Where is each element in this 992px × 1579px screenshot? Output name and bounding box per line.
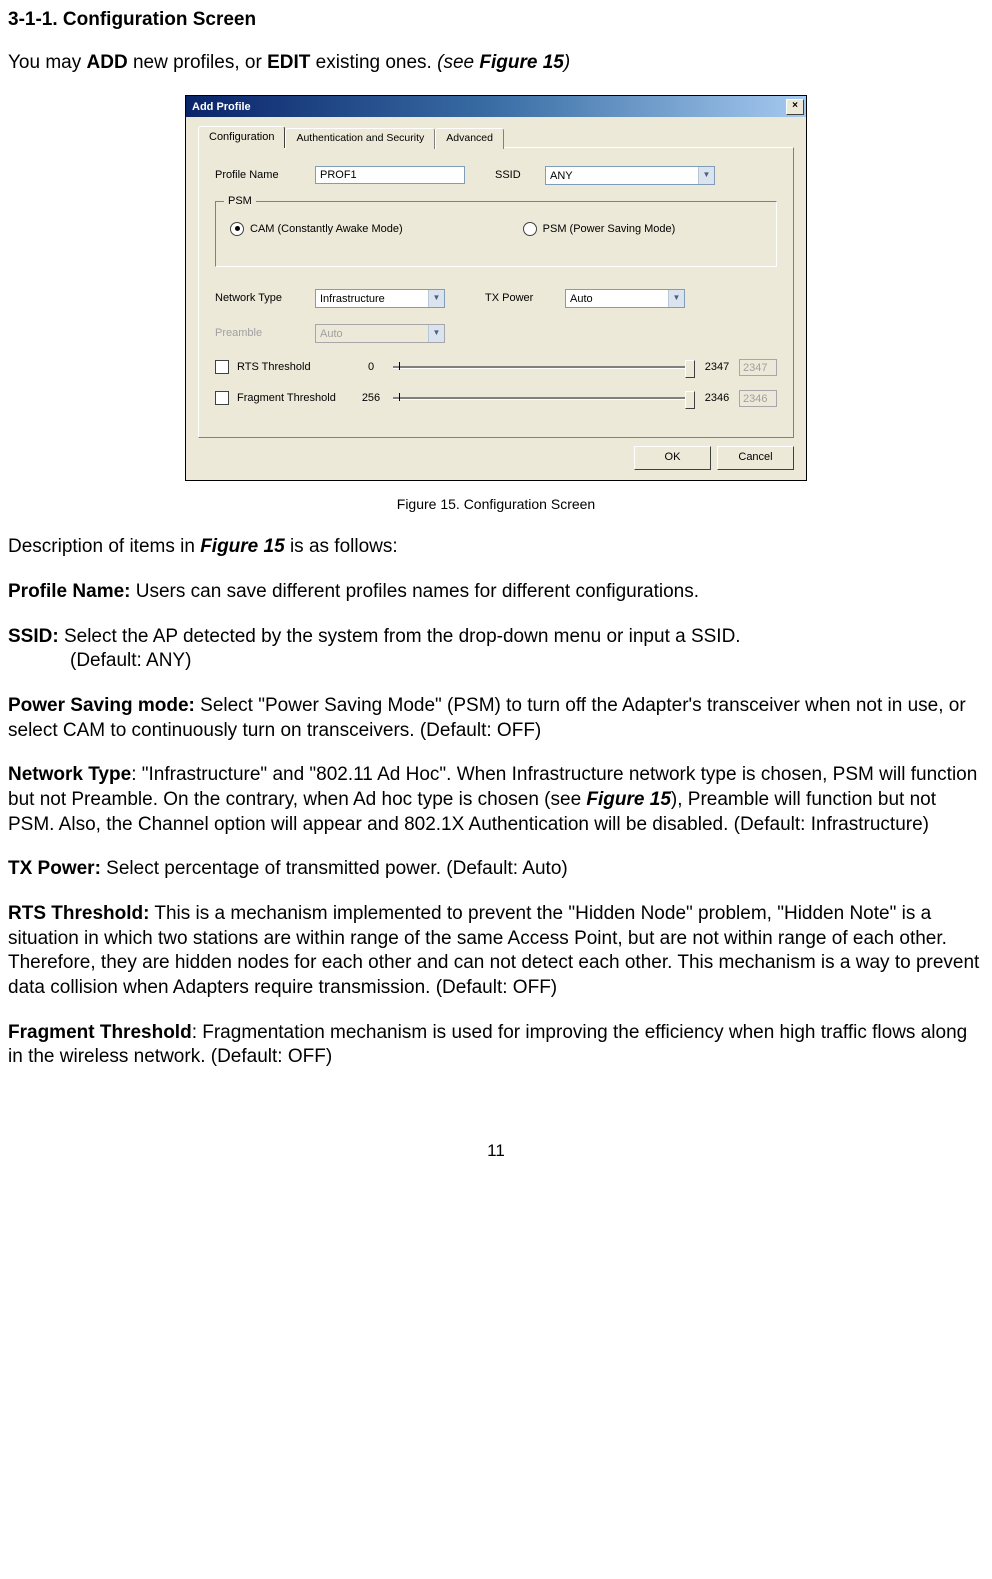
fragment-label: Fragment Threshold: [237, 391, 336, 405]
item-rts-threshold: RTS Threshold: This is a mechanism imple…: [8, 902, 984, 1001]
item-tx-power: TX Power: Select percentage of transmitt…: [8, 857, 984, 882]
text: new profiles, or: [128, 52, 267, 73]
item-label: Network Type: [8, 764, 131, 785]
psm-groupbox: PSM CAM (Constantly Awake Mode) PSM (Pow…: [215, 201, 777, 267]
profile-name-input[interactable]: [315, 166, 465, 184]
frag-max: 2346: [701, 391, 733, 405]
ok-button[interactable]: OK: [634, 446, 711, 470]
preamble-value: Auto: [316, 325, 428, 342]
figure-ref: Figure 15: [479, 52, 563, 73]
preamble-combo: Auto ▼: [315, 324, 445, 343]
psm-legend: PSM: [224, 194, 256, 208]
frag-value-box: 2346: [739, 390, 777, 407]
radio-icon: [523, 222, 537, 236]
cam-radio[interactable]: CAM (Constantly Awake Mode): [230, 222, 403, 236]
radio-icon: [230, 222, 244, 236]
txpower-value: Auto: [566, 290, 668, 307]
cancel-button[interactable]: Cancel: [717, 446, 794, 470]
text: see: [443, 52, 479, 73]
tab-panel: Profile Name SSID ANY ▼ PSM CAM (Constan…: [198, 147, 794, 438]
item-label: RTS Threshold:: [8, 903, 149, 924]
tabstrip: Configuration Authentication and Securit…: [198, 125, 794, 146]
item-label: TX Power:: [8, 858, 101, 879]
text: Description of items in: [8, 536, 200, 557]
ssid-label: SSID: [495, 168, 545, 182]
item-text: This is a mechanism implemented to preve…: [8, 903, 979, 998]
txpower-label: TX Power: [485, 291, 565, 305]
cam-radio-label: CAM (Constantly Awake Mode): [250, 222, 403, 236]
slider-thumb[interactable]: [685, 360, 695, 378]
network-type-value: Infrastructure: [316, 290, 428, 307]
rts-slider[interactable]: [393, 366, 695, 369]
network-type-label: Network Type: [215, 291, 315, 305]
rts-label: RTS Threshold: [237, 360, 311, 374]
item-ssid: SSID: Select the AP detected by the syst…: [8, 625, 984, 674]
add-profile-dialog: Add Profile × Configuration Authenticati…: [185, 95, 807, 481]
text: existing ones.: [310, 52, 437, 73]
item-label: Fragment Threshold: [8, 1022, 192, 1043]
description-intro: Description of items in Figure 15 is as …: [8, 535, 984, 560]
tab-advanced[interactable]: Advanced: [435, 128, 504, 149]
item-label: SSID:: [8, 626, 59, 647]
intro-paragraph: You may ADD new profiles, or EDIT existi…: [8, 51, 984, 76]
rts-min: 0: [355, 360, 387, 374]
network-type-combo[interactable]: Infrastructure ▼: [315, 289, 445, 308]
txpower-combo[interactable]: Auto ▼: [565, 289, 685, 308]
text: is as follows:: [285, 536, 398, 557]
psm-radio-label: PSM (Power Saving Mode): [543, 222, 676, 236]
item-text-line2: (Default: ANY): [8, 650, 191, 671]
chevron-down-icon: ▼: [668, 290, 684, 307]
titlebar: Add Profile ×: [186, 96, 806, 117]
rts-max: 2347: [701, 360, 733, 374]
slider-thumb[interactable]: [685, 391, 695, 409]
profile-name-label: Profile Name: [215, 168, 315, 182]
item-text: Select percentage of transmitted power. …: [101, 858, 568, 879]
tab-configuration[interactable]: Configuration: [198, 126, 285, 147]
page-number: 11: [8, 1140, 984, 1162]
edit-word: EDIT: [267, 52, 310, 73]
text: You may: [8, 52, 87, 73]
item-network-type: Network Type: "Infrastructure" and "802.…: [8, 763, 984, 837]
section-heading: 3-1-1. Configuration Screen: [8, 8, 984, 33]
chevron-down-icon: ▼: [428, 290, 444, 307]
fragment-checkbox[interactable]: [215, 391, 229, 405]
item-label: Profile Name:: [8, 581, 130, 602]
ssid-value: ANY: [546, 167, 698, 184]
frag-min: 256: [355, 391, 387, 405]
psm-radio[interactable]: PSM (Power Saving Mode): [523, 222, 676, 236]
close-button[interactable]: ×: [786, 99, 804, 115]
item-text: Users can save different profiles names …: [130, 581, 699, 602]
figure-caption: Figure 15. Configuration Screen: [8, 495, 984, 513]
rts-checkbox[interactable]: [215, 360, 229, 374]
rts-value-box: 2347: [739, 359, 777, 376]
fragment-slider[interactable]: [393, 397, 695, 400]
chevron-down-icon: ▼: [428, 325, 444, 342]
item-fragment-threshold: Fragment Threshold: Fragmentation mechan…: [8, 1021, 984, 1070]
ssid-combo[interactable]: ANY ▼: [545, 166, 715, 185]
tab-auth-security[interactable]: Authentication and Security: [285, 128, 435, 149]
item-label: Power Saving mode:: [8, 695, 195, 716]
text: ): [564, 52, 570, 73]
figure-ref: Figure 15: [586, 789, 670, 810]
figure-ref: Figure 15: [200, 536, 284, 557]
item-profile-name: Profile Name: Users can save different p…: [8, 580, 984, 605]
dialog-title: Add Profile: [192, 100, 251, 114]
chevron-down-icon: ▼: [698, 167, 714, 184]
item-power-saving: Power Saving mode: Select "Power Saving …: [8, 694, 984, 743]
add-word: ADD: [87, 52, 128, 73]
item-text: Select the AP detected by the system fro…: [59, 626, 741, 647]
preamble-label: Preamble: [215, 326, 315, 340]
